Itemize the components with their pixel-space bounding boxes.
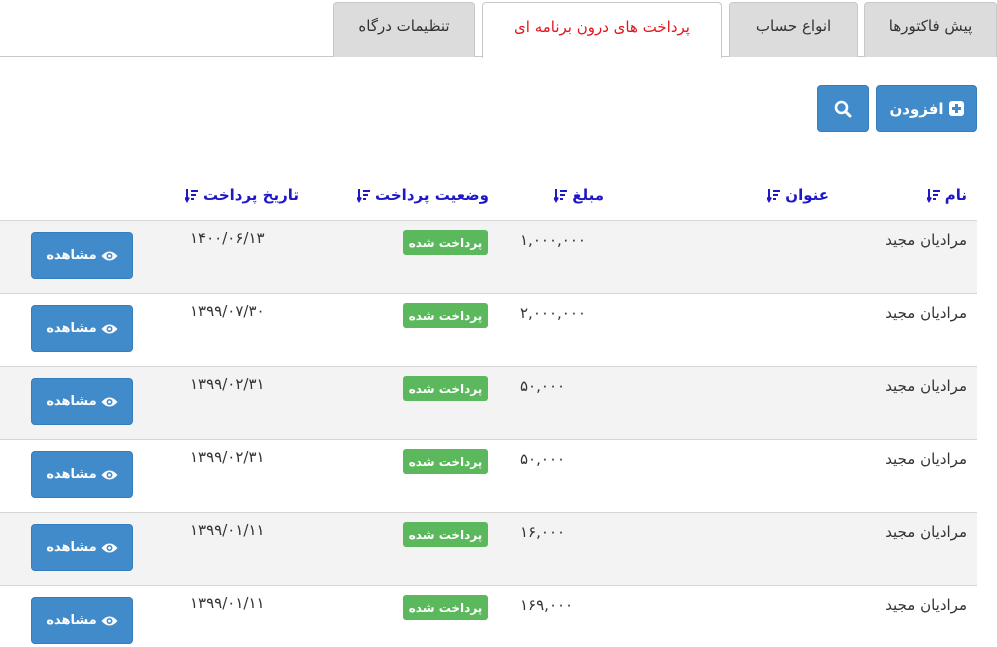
- cell-amount: ۱,۰۰۰,۰۰۰: [520, 231, 586, 249]
- plus-square-icon: [948, 101, 964, 116]
- status-badge: پرداخت شده: [403, 230, 488, 255]
- table-row: مرادیان مجید ۱,۰۰۰,۰۰۰ پرداخت شده ۱۴۰۰/۰…: [0, 220, 977, 293]
- sort-amount-icon: [554, 188, 568, 203]
- cell-amount: ۱۶,۰۰۰: [520, 523, 566, 541]
- tab-in-app-payments[interactable]: پرداخت های درون برنامه ای: [482, 2, 722, 58]
- tab-bar: پیش فاکتورها انواع حساب پرداخت های درون …: [0, 0, 997, 58]
- sort-amount-icon: [184, 188, 198, 203]
- search-button[interactable]: [817, 85, 869, 132]
- cell-name: مرادیان مجید: [885, 304, 967, 322]
- cell-amount: ۵۰,۰۰۰: [520, 450, 566, 468]
- column-header-amount[interactable]: مبلغ: [554, 184, 604, 206]
- view-button[interactable]: مشاهده: [31, 378, 133, 425]
- cell-date: ۱۳۹۹/۰۲/۳۱: [190, 375, 265, 393]
- cell-name: مرادیان مجید: [885, 523, 967, 541]
- status-badge: پرداخت شده: [403, 595, 488, 620]
- eye-icon: [101, 397, 118, 406]
- cell-name: مرادیان مجید: [885, 231, 967, 249]
- eye-icon: [101, 470, 118, 479]
- view-button[interactable]: مشاهده: [31, 524, 133, 571]
- cell-date: ۱۳۹۹/۰۱/۱۱: [190, 521, 265, 539]
- view-button-label: مشاهده: [46, 540, 97, 555]
- cell-amount: ۱۶۹,۰۰۰: [520, 596, 574, 614]
- search-icon: [834, 100, 852, 117]
- view-button[interactable]: مشاهده: [31, 451, 133, 498]
- cell-amount: ۲,۰۰۰,۰۰۰: [520, 304, 586, 322]
- tab-gateway-settings[interactable]: تنظیمات درگاه: [333, 2, 475, 57]
- view-button[interactable]: مشاهده: [31, 597, 133, 644]
- view-button[interactable]: مشاهده: [31, 305, 133, 352]
- add-button[interactable]: افزودن: [876, 85, 977, 132]
- view-button-label: مشاهده: [46, 321, 97, 336]
- sort-amount-icon: [926, 188, 940, 203]
- cell-name: مرادیان مجید: [885, 377, 967, 395]
- status-badge: پرداخت شده: [403, 449, 488, 474]
- column-header-date-label: تاریخ پرداخت: [202, 186, 299, 204]
- cell-date: ۱۴۰۰/۰۶/۱۳: [190, 229, 265, 247]
- view-button[interactable]: مشاهده: [31, 232, 133, 279]
- cell-name: مرادیان مجید: [885, 450, 967, 468]
- table-row: مرادیان مجید ۱۶,۰۰۰ پرداخت شده ۱۳۹۹/۰۱/۱…: [0, 512, 977, 585]
- eye-icon: [101, 251, 118, 260]
- column-header-date[interactable]: تاریخ پرداخت: [184, 184, 299, 206]
- view-button-label: مشاهده: [46, 248, 97, 263]
- view-button-label: مشاهده: [46, 394, 97, 409]
- cell-date: ۱۳۹۹/۰۷/۳۰: [190, 302, 265, 320]
- table-row: مرادیان مجید ۲,۰۰۰,۰۰۰ پرداخت شده ۱۳۹۹/۰…: [0, 293, 977, 366]
- tab-account-types[interactable]: انواع حساب: [729, 2, 858, 57]
- column-header-status[interactable]: وضعیت پرداخت: [356, 184, 489, 206]
- table-row: مرادیان مجید ۵۰,۰۰۰ پرداخت شده ۱۳۹۹/۰۲/۳…: [0, 366, 977, 439]
- cell-date: ۱۳۹۹/۰۲/۳۱: [190, 448, 265, 466]
- column-header-amount-label: مبلغ: [572, 186, 604, 204]
- status-badge: پرداخت شده: [403, 303, 488, 328]
- sort-amount-icon: [356, 188, 370, 203]
- column-header-name[interactable]: نام: [926, 184, 967, 206]
- eye-icon: [101, 324, 118, 333]
- status-badge: پرداخت شده: [403, 376, 488, 401]
- status-badge: پرداخت شده: [403, 522, 488, 547]
- column-header-title-label: عنوان: [785, 186, 829, 204]
- table-row: مرادیان مجید ۵۰,۰۰۰ پرداخت شده ۱۳۹۹/۰۲/۳…: [0, 439, 977, 512]
- eye-icon: [101, 616, 118, 625]
- cell-name: مرادیان مجید: [885, 596, 967, 614]
- cell-amount: ۵۰,۰۰۰: [520, 377, 566, 395]
- column-header-status-label: وضعیت پرداخت: [374, 186, 489, 204]
- add-button-label: افزودن: [889, 99, 944, 118]
- tab-proforma-invoices[interactable]: پیش فاکتورها: [864, 2, 997, 57]
- eye-icon: [101, 543, 118, 552]
- sort-amount-icon: [767, 188, 781, 203]
- column-header-name-label: نام: [944, 186, 967, 204]
- cell-date: ۱۳۹۹/۰۱/۱۱: [190, 594, 265, 612]
- view-button-label: مشاهده: [46, 467, 97, 482]
- column-header-title[interactable]: عنوان: [767, 184, 829, 206]
- view-button-label: مشاهده: [46, 613, 97, 628]
- table-row: مرادیان مجید ۱۶۹,۰۰۰ پرداخت شده ۱۳۹۹/۰۱/…: [0, 585, 977, 647]
